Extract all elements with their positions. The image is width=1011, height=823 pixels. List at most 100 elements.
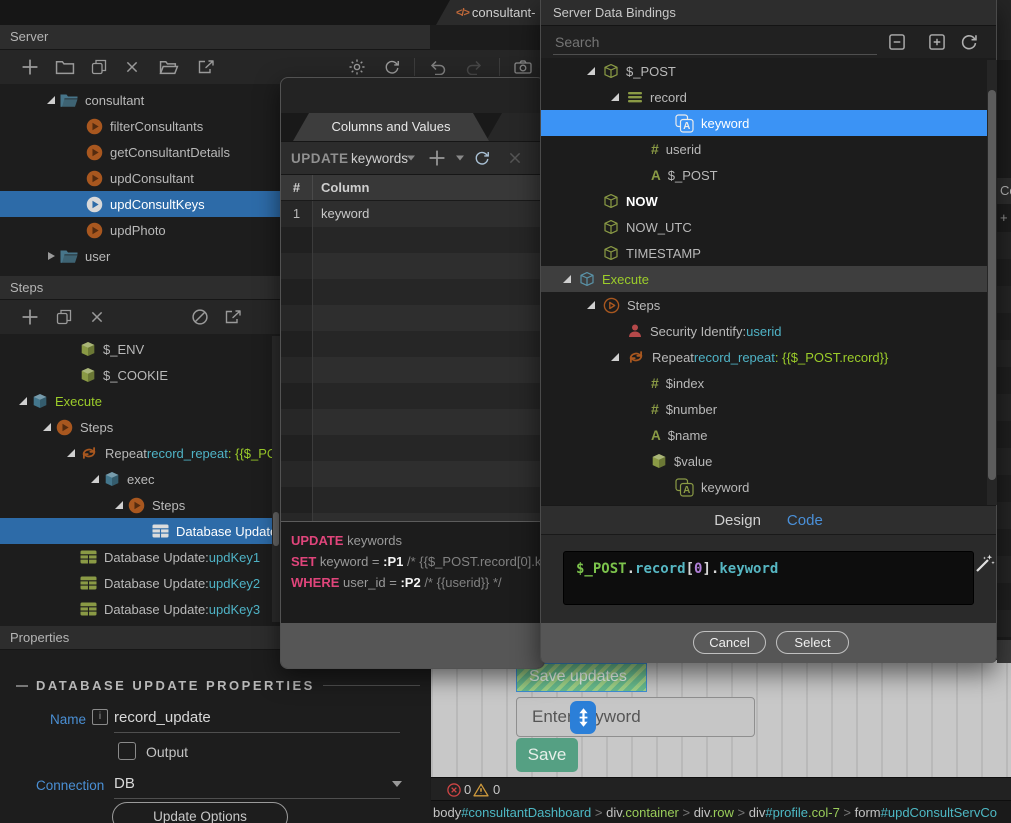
expanded-arrow-icon[interactable] [43, 423, 51, 431]
connection-value[interactable]: DB [114, 775, 135, 792]
bindings-scrollbar[interactable] [987, 60, 997, 505]
tree-item-now-utc[interactable]: NOW_UTC [541, 214, 987, 240]
save-button[interactable]: Save [516, 738, 578, 772]
expanded-arrow-icon[interactable] [19, 397, 27, 405]
expand-all-icon[interactable] [929, 34, 946, 51]
expanded-arrow-icon[interactable] [611, 93, 619, 101]
caret-down-icon[interactable] [456, 156, 464, 161]
grid-row[interactable] [281, 227, 544, 253]
info-icon[interactable]: i [92, 709, 108, 725]
tree-item-number[interactable]: #$number [541, 396, 987, 422]
tab-design[interactable]: Design [714, 512, 761, 529]
collapse-all-icon[interactable] [889, 34, 906, 51]
grid-row[interactable] [281, 487, 544, 513]
breadcrumb-item[interactable]: #updConsultServCo [881, 805, 997, 820]
expanded-arrow-icon[interactable] [47, 96, 55, 104]
grid-row[interactable] [281, 331, 544, 357]
grid-row[interactable]: 1keyword [281, 201, 544, 227]
select-button[interactable]: Select [776, 631, 849, 654]
open-folder-icon[interactable] [160, 60, 179, 75]
tree-item-keyword[interactable]: Akeyword [541, 110, 987, 136]
grid-row[interactable] [281, 435, 544, 461]
search-input[interactable] [553, 30, 877, 55]
deploy-icon[interactable] [224, 309, 242, 326]
refresh-icon[interactable] [960, 33, 979, 52]
grid-row[interactable] [281, 461, 544, 487]
grid-row[interactable] [281, 279, 544, 305]
caret-down-icon[interactable] [407, 156, 415, 161]
warning-count-icon[interactable] [473, 782, 489, 797]
add-icon[interactable] [22, 309, 39, 326]
tree-item-timestamp[interactable]: TIMESTAMP [541, 240, 987, 266]
tree-item-now[interactable]: NOW [541, 188, 987, 214]
delete-icon[interactable] [126, 61, 139, 74]
tree-item-record[interactable]: record [541, 84, 987, 110]
add-icon[interactable] [22, 59, 39, 76]
tab-columns-and-values[interactable]: Columns and Values [293, 113, 489, 141]
scrollbar-thumb[interactable] [988, 90, 996, 480]
expanded-arrow-icon[interactable] [587, 67, 595, 75]
cancel-button[interactable]: Cancel [693, 631, 766, 654]
grid-row[interactable] [281, 253, 544, 279]
tree-item-repeat[interactable]: Repeat record_repeat: {{$_POST.record}} [541, 344, 987, 370]
settings-icon[interactable] [348, 58, 366, 76]
screenshot-icon[interactable] [514, 60, 532, 75]
breadcrumb-item[interactable]: div [694, 805, 710, 820]
tree-item-name[interactable]: A$name [541, 422, 987, 448]
tree-item-userid[interactable]: #userid [541, 136, 987, 162]
close-icon[interactable] [509, 152, 522, 165]
grid-row[interactable] [281, 513, 544, 521]
disable-icon[interactable] [192, 309, 209, 326]
breadcrumb-item[interactable]: form [855, 805, 881, 820]
expanded-arrow-icon[interactable] [611, 353, 619, 361]
breadcrumb-item[interactable]: div [749, 805, 766, 820]
tree-item-value[interactable]: $value [541, 448, 987, 474]
refresh-icon[interactable] [384, 59, 401, 76]
undo-icon[interactable] [429, 59, 447, 75]
add-icon[interactable] [429, 150, 446, 167]
folder-icon[interactable] [56, 60, 75, 75]
tree-item-index[interactable]: #$index [541, 370, 987, 396]
breadcrumb-item[interactable]: .col-7 [808, 805, 840, 820]
breadcrumb-item[interactable]: div [606, 805, 622, 820]
error-count-icon[interactable] [447, 782, 462, 797]
expanded-arrow-icon[interactable] [115, 501, 123, 509]
expanded-arrow-icon[interactable] [563, 275, 571, 283]
breadcrumb-item[interactable]: .row [709, 805, 734, 820]
table-name-select[interactable]: keywords [351, 151, 408, 166]
steps-scrollbar[interactable] [272, 336, 280, 622]
refresh-icon[interactable] [474, 150, 491, 167]
expanded-arrow-icon[interactable] [587, 301, 595, 309]
chevron-down-icon[interactable] [392, 781, 402, 787]
dynamic-value-icon[interactable] [570, 701, 596, 734]
magic-wand-icon[interactable] [974, 553, 995, 579]
breadcrumb-item[interactable]: body [433, 805, 461, 820]
collapsed-arrow-icon[interactable] [48, 252, 55, 260]
tree-item-keyword[interactable]: Akeyword [541, 474, 987, 500]
scrollbar-thumb[interactable] [273, 512, 279, 546]
update-options-button[interactable]: Update Options [112, 802, 288, 823]
copy-icon[interactable] [56, 309, 72, 326]
copy-icon[interactable] [91, 59, 107, 76]
tree-item-steps[interactable]: Steps [541, 292, 987, 318]
keyword-input[interactable] [516, 697, 755, 737]
breadcrumb-item[interactable]: #profile [765, 805, 808, 820]
grid-row[interactable] [281, 305, 544, 331]
tree-item-post[interactable]: $_POST [541, 58, 987, 84]
breadcrumb-item[interactable]: #consultantDashboard [461, 805, 591, 820]
tab-code[interactable]: Code [787, 512, 823, 529]
binding-expression-editor[interactable]: $_POST.record[0].keyword [563, 551, 974, 605]
deploy-icon[interactable] [197, 59, 215, 76]
tree-item-execute[interactable]: Execute [541, 266, 987, 292]
output-checkbox[interactable] [118, 742, 136, 760]
tab-next-fragment[interactable] [486, 113, 545, 141]
grid-row[interactable] [281, 357, 544, 383]
file-tab[interactable]: </> consultant- [436, 0, 552, 25]
tree-item-post[interactable]: A$_POST [541, 162, 987, 188]
redo-icon[interactable] [465, 59, 483, 75]
name-value[interactable]: record_update [114, 709, 211, 726]
expanded-arrow-icon[interactable] [67, 449, 75, 457]
delete-icon[interactable] [91, 311, 104, 324]
breadcrumb-item[interactable]: .container [622, 805, 679, 820]
grid-row[interactable] [281, 383, 544, 409]
